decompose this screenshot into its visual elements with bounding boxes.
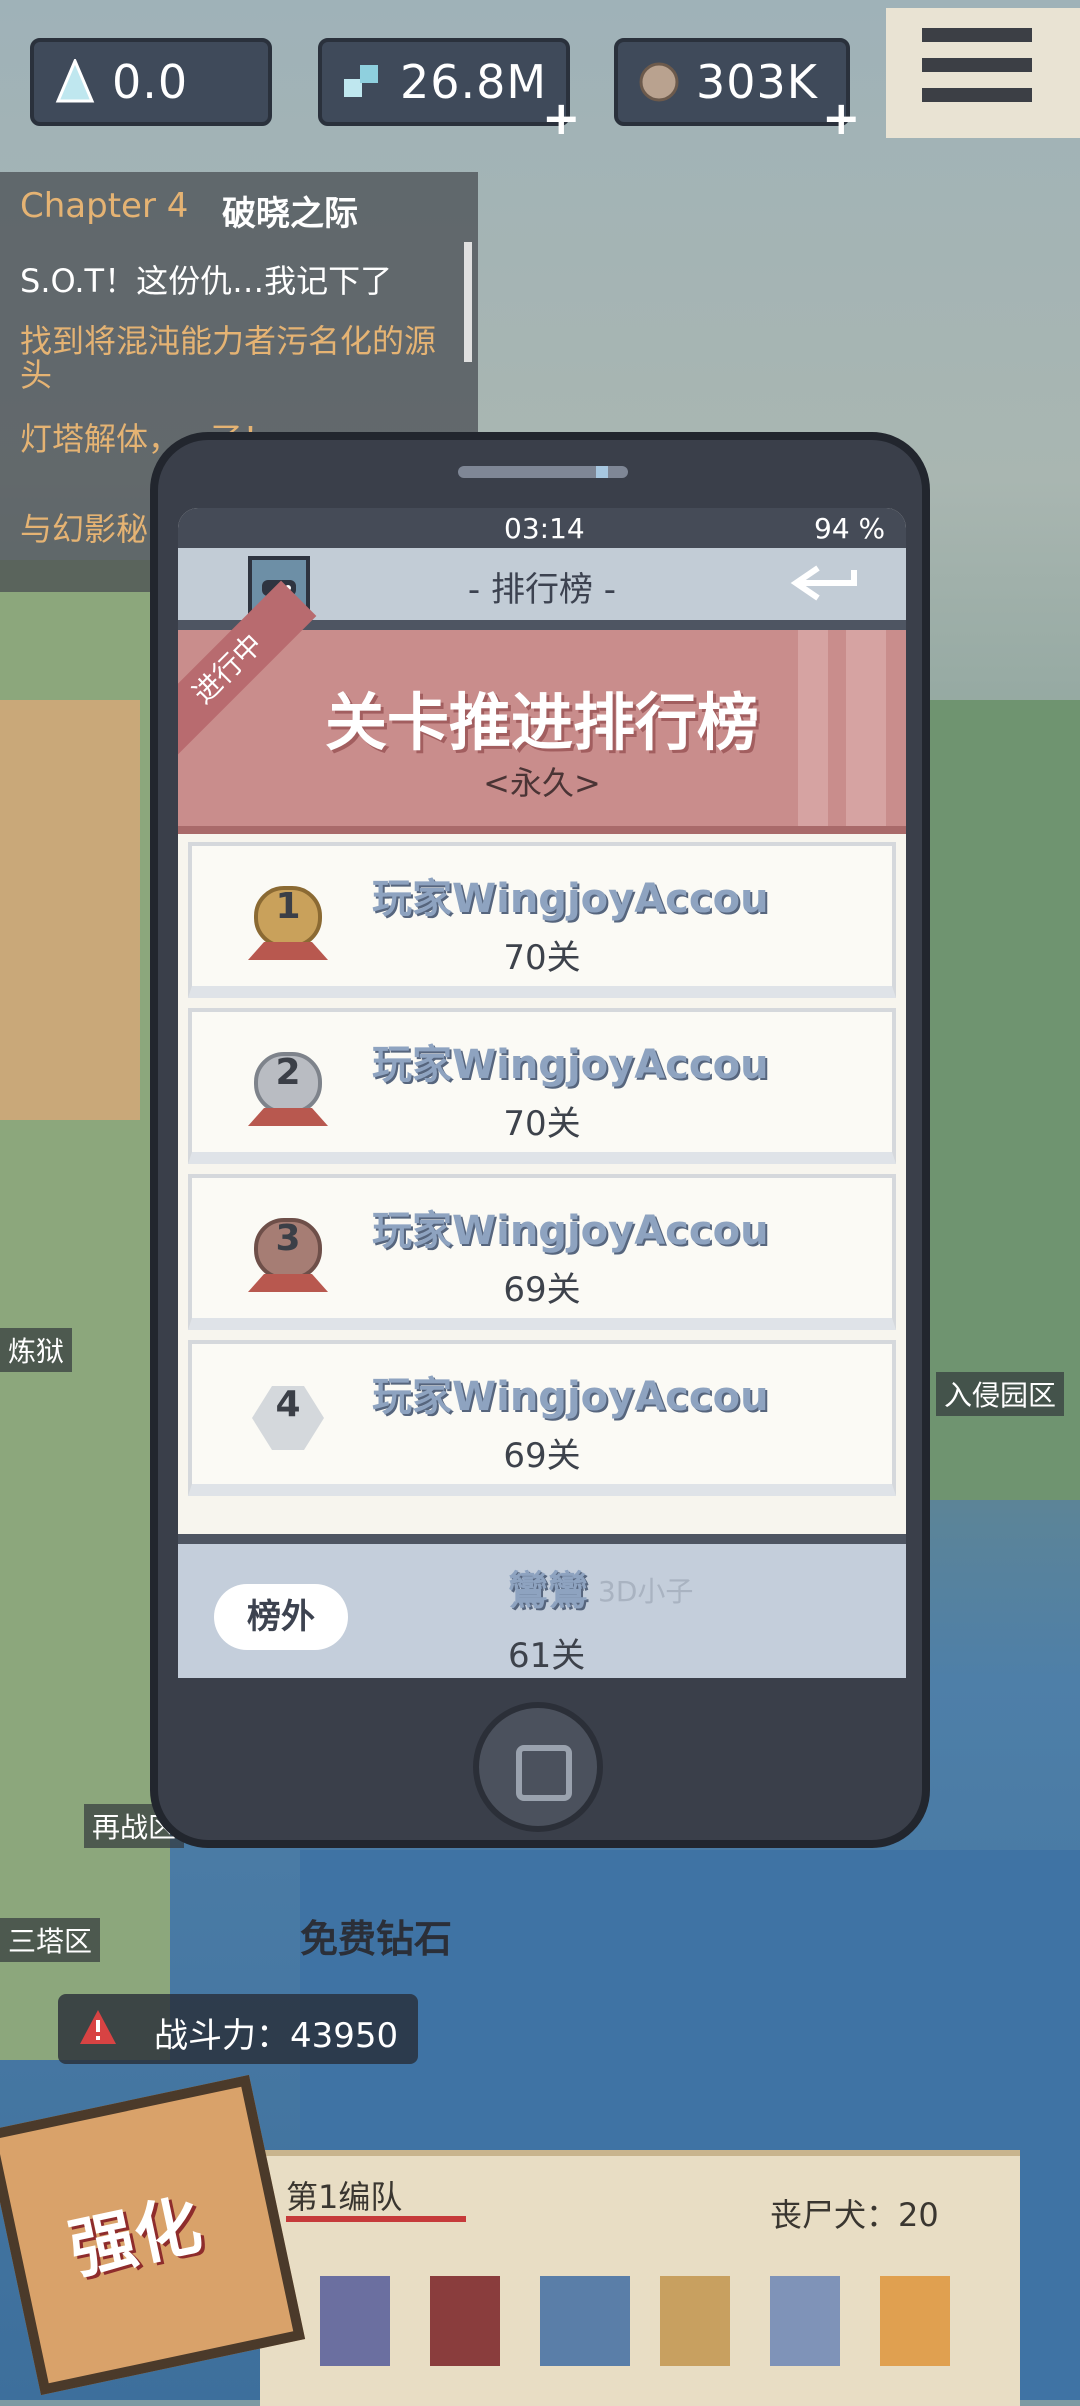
hero-slot[interactable] [430, 2276, 500, 2366]
player-stage: 70关 [503, 1104, 581, 1144]
gem-value: 26.8M [400, 55, 548, 109]
phone-home-button[interactable] [473, 1702, 603, 1832]
phone-frame: 03:14 94 % - 排行榜 - 进行中 关卡推进排行榜 <永久> 1 玩家… [150, 432, 930, 1848]
chapter-number: Chapter 4 [20, 186, 189, 226]
hero-slot[interactable] [540, 2276, 630, 2366]
unranked-badge: 榜外 [214, 1584, 348, 1650]
banner-title: 关卡推进排行榜 [324, 686, 759, 759]
phone-camera [596, 466, 608, 478]
banner-subtitle: <永久> [483, 764, 601, 802]
rank-row-2[interactable]: 2 玩家WingjoyAccou 70关 [188, 1008, 896, 1164]
hamburger-menu-icon[interactable] [886, 8, 1080, 138]
map-label-invasion-park[interactable]: 入侵园区 [936, 1372, 1065, 1416]
my-rank-row[interactable]: 榜外 鸞鸞 3D小子 61关 [178, 1534, 906, 1678]
crystal-resource: 0.0 [30, 38, 272, 126]
gem-cluster-icon [344, 65, 378, 97]
quest-line: S.O.T！这份仇…我记下了 [20, 262, 393, 300]
crystal-icon [55, 59, 95, 103]
player-stage: 70关 [503, 938, 581, 978]
chapter-name: 破晓之际 [222, 194, 358, 234]
ore-value: 303K [696, 55, 818, 109]
upgrade-label: 强化 [62, 2186, 208, 2289]
quest-line: 找到将混沌能力者污名化的源头 [20, 322, 437, 394]
rank-row-1[interactable]: 1 玩家WingjoyAccou 70关 [188, 842, 896, 998]
hero-slot[interactable] [660, 2276, 730, 2366]
rank-number: 3 [275, 1218, 301, 1259]
map-label-three-tower[interactable]: 三塔区 [0, 1918, 101, 1962]
player-name: 玩家WingjoyAccou [372, 1042, 769, 1088]
my-player-subtitle: 3D小子 [598, 1575, 694, 1608]
hero-slot[interactable] [320, 2276, 390, 2366]
ore-resource[interactable]: 303K + [614, 38, 861, 141]
ore-icon [639, 62, 679, 102]
quest-scrollbar[interactable] [464, 242, 472, 362]
phone-screen: 03:14 94 % - 排行榜 - 进行中 关卡推进排行榜 <永久> 1 玩家… [178, 508, 906, 1678]
leaderboard-banner: 进行中 关卡推进排行榜 <永久> [178, 580, 906, 834]
warning-icon [80, 2010, 116, 2044]
my-player-name: 鸞鸞 [508, 1568, 588, 1614]
gem-resource[interactable]: 26.8M + [318, 38, 581, 141]
team-label: 第1编队 [286, 2178, 403, 2216]
hero-slot[interactable] [770, 2276, 840, 2366]
upgrade-button[interactable]: 强化 [0, 2074, 306, 2396]
status-time: 03:14 [504, 512, 585, 545]
rank-number: 4 [275, 1384, 301, 1425]
rank-number: 2 [275, 1052, 301, 1093]
rank-number: 1 [275, 886, 301, 927]
rank-row-4[interactable]: 4 玩家WingjoyAccou 69关 [188, 1340, 896, 1496]
home-square-icon [516, 1745, 572, 1801]
player-name: 玩家WingjoyAccou [372, 1208, 769, 1254]
back-arrow-icon[interactable] [788, 558, 862, 608]
free-gems-button[interactable]: 免费钻石 [300, 1908, 452, 1963]
map-sand [0, 700, 140, 1120]
team-underline [286, 2216, 466, 2222]
status-battery: 94 % [814, 512, 886, 545]
combat-power: 战斗力：43950 [58, 1994, 418, 2064]
status-bar: 03:14 94 % [178, 508, 906, 548]
map-label-purgatory[interactable]: 炼狱 [0, 1328, 73, 1372]
add-gem-button[interactable]: + [542, 95, 581, 141]
my-player-stage: 61关 [508, 1636, 586, 1676]
combat-power-value: 战斗力：43950 [154, 2016, 399, 2056]
player-stage: 69关 [503, 1436, 581, 1476]
rank-row-3[interactable]: 3 玩家WingjoyAccou 69关 [188, 1174, 896, 1330]
player-stage: 69关 [503, 1270, 581, 1310]
player-name: 玩家WingjoyAccou [372, 876, 769, 922]
crystal-value: 0.0 [112, 55, 189, 109]
zombie-dog-count: 丧尸犬：20 [770, 2196, 939, 2234]
team-bar[interactable]: 第1编队 丧尸犬：20 [260, 2150, 1020, 2406]
add-ore-button[interactable]: + [822, 95, 861, 141]
hero-slot[interactable] [880, 2276, 950, 2366]
player-name: 玩家WingjoyAccou [372, 1374, 769, 1420]
